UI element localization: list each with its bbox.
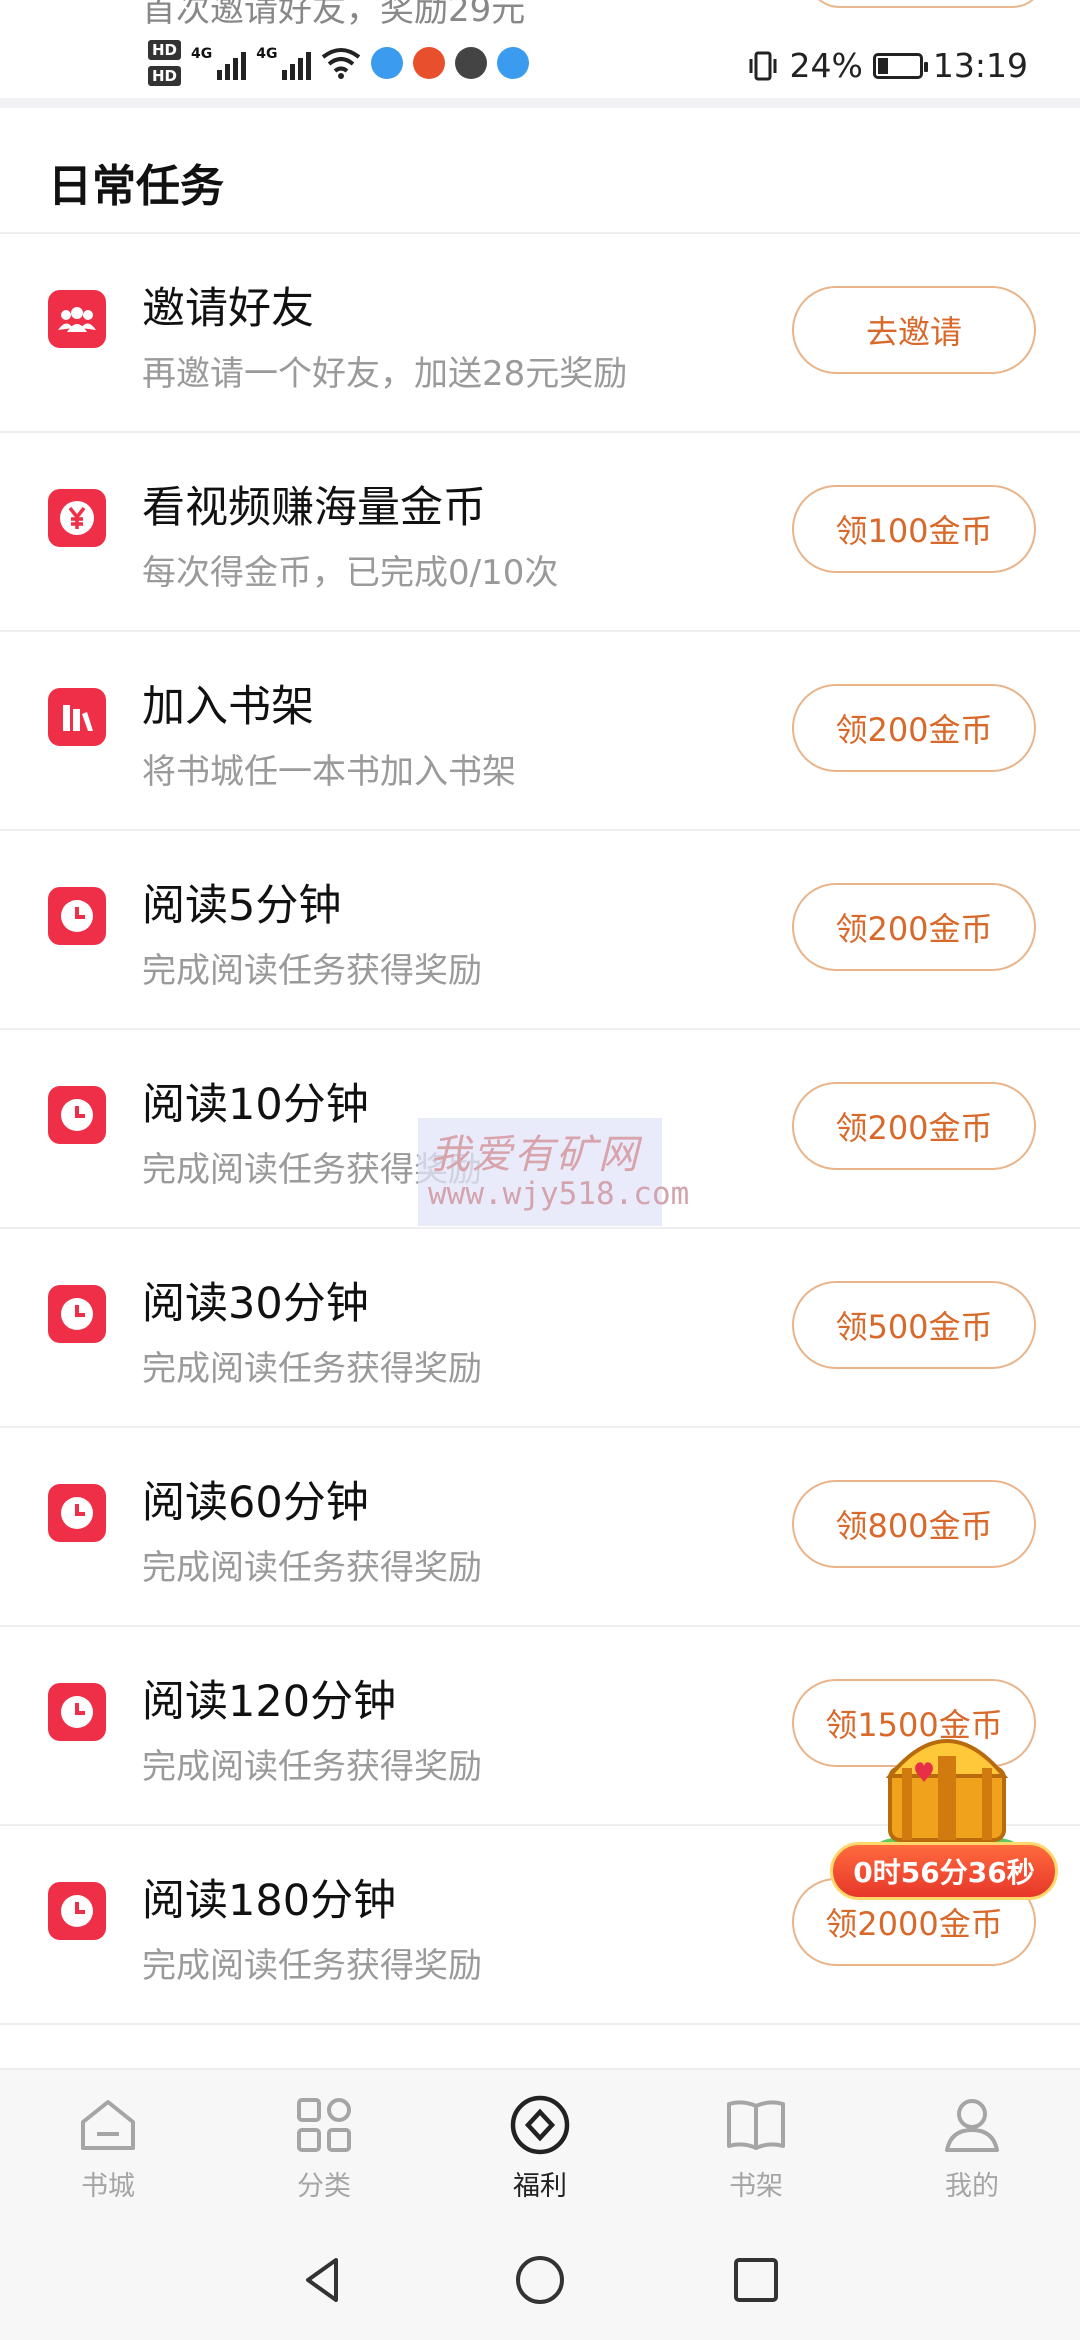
task-row: 阅读60分钟 完成阅读任务获得奖励 领800金币	[0, 1426, 1080, 1625]
nav-item-welfare[interactable]: 福利	[432, 2070, 648, 2220]
watermark-url: www.wjy518.com	[428, 1176, 690, 1212]
bookshelf-icon	[48, 688, 106, 746]
clock-time: 13:19	[932, 46, 1028, 85]
claim-coins-button[interactable]: 领100金币	[792, 485, 1036, 573]
bottom-nav: 书城 分类 福利 书架 我的	[0, 2068, 1080, 2220]
task-subtitle: 完成阅读任务获得奖励	[142, 1946, 482, 1986]
task-title: 阅读30分钟	[142, 1279, 369, 1329]
clock-icon	[48, 1086, 106, 1144]
clock-icon	[48, 1683, 106, 1741]
section-title: 日常任务	[48, 161, 224, 212]
task-subtitle: 完成阅读任务获得奖励	[142, 1548, 482, 1588]
task-subtitle: 将书城任一本书加入书架	[142, 752, 516, 792]
battery-icon	[872, 52, 928, 79]
task-row: 看视频赚海量金币 每次得金币，已完成0/10次 领100金币	[0, 431, 1080, 630]
peek-text: 首次邀请好友，奖励29元	[142, 0, 526, 30]
signal1-icon: 4G	[191, 46, 247, 80]
task-row: 阅读5分钟 完成阅读任务获得奖励 领200金币	[0, 829, 1080, 1028]
app-notification-icon	[413, 47, 446, 79]
watermark: 我爱有矿网 www.wjy518.com	[418, 1118, 689, 1226]
chat-icon	[455, 47, 488, 79]
task-title: 阅读180分钟	[142, 1876, 397, 1926]
home-button-icon[interactable]	[512, 2252, 568, 2308]
hd-badges: HD HD	[148, 40, 182, 86]
nav-item-bookshelf[interactable]: 书架	[648, 2070, 864, 2220]
claim-coins-button[interactable]: 领800金币	[792, 1480, 1036, 1568]
divider	[0, 98, 1080, 108]
clock-icon	[48, 1285, 106, 1343]
task-title: 阅读10分钟	[142, 1080, 369, 1130]
hd2-icon: HD	[148, 66, 182, 86]
task-title: 阅读60分钟	[142, 1478, 369, 1528]
home-icon	[81, 2100, 135, 2150]
watermark-text: 我爱有矿网	[430, 1132, 640, 1178]
yen-icon	[48, 489, 106, 547]
claim-coins-button[interactable]: 领200金币	[792, 883, 1036, 971]
nav-label: 书架	[729, 2171, 783, 2202]
nav-label: 我的	[945, 2171, 999, 2202]
nav-item-category[interactable]: 分类	[216, 2070, 432, 2220]
treasure-chest-widget[interactable]: 0时56分36秒	[826, 1712, 1062, 1912]
system-nav-bar	[0, 2220, 1080, 2340]
task-row: 加入书架 将书城任一本书加入书架 领200金币	[0, 630, 1080, 829]
wifi-icon	[322, 48, 361, 79]
nav-item-bookstore[interactable]: 书城	[0, 2070, 216, 2220]
clock-icon	[48, 1484, 106, 1542]
battery-percent: 24%	[789, 46, 863, 85]
task-subtitle: 每次得金币，已完成0/10次	[142, 553, 559, 593]
hd1-icon: HD	[148, 40, 182, 60]
claim-coins-button[interactable]: 领500金币	[792, 1281, 1036, 1369]
task-title: 加入书架	[142, 682, 314, 732]
clock-icon	[48, 1882, 106, 1940]
task-title: 阅读120分钟	[142, 1677, 397, 1727]
nav-label: 福利	[513, 2171, 567, 2202]
group-icon	[48, 290, 106, 348]
welfare-icon	[510, 2095, 570, 2155]
status-bar: HD HD 4G 4G 24% 13:19	[0, 36, 1080, 98]
claim-coins-button[interactable]: 领200金币	[792, 684, 1036, 772]
nav-item-profile[interactable]: 我的	[864, 2070, 1080, 2220]
task-subtitle: 完成阅读任务获得奖励	[142, 951, 482, 991]
vibrate-icon	[749, 51, 777, 80]
clock-icon	[48, 887, 106, 945]
back-icon[interactable]	[296, 2252, 352, 2308]
signal2-icon: 4G	[256, 46, 312, 80]
task-title: 阅读5分钟	[142, 881, 342, 931]
task-title: 邀请好友	[142, 284, 314, 334]
peek-button[interactable]	[806, 0, 1046, 8]
claim-coins-button[interactable]: 领200金币	[792, 1082, 1036, 1170]
grid-icon	[297, 2098, 351, 2152]
nav-label: 书城	[81, 2171, 135, 2202]
previous-card-peek: 首次邀请好友，奖励29元	[0, 0, 1080, 40]
task-row: 邀请好友 再邀请一个好友，加送28元奖励 去邀请	[0, 232, 1080, 431]
app-notification-icon	[497, 47, 530, 79]
treasure-chest-icon	[879, 1739, 1015, 1854]
app-notification-icon	[371, 47, 404, 79]
recents-icon[interactable]	[728, 2252, 784, 2308]
profile-icon	[945, 2099, 999, 2152]
book-icon	[727, 2100, 785, 2150]
invite-button[interactable]: 去邀请	[792, 286, 1036, 374]
task-subtitle: 完成阅读任务获得奖励	[142, 1747, 482, 1787]
task-subtitle: 完成阅读任务获得奖励	[142, 1349, 482, 1389]
task-row: 阅读30分钟 完成阅读任务获得奖励 领500金币	[0, 1227, 1080, 1426]
nav-label: 分类	[297, 2171, 351, 2202]
task-title: 看视频赚海量金币	[142, 483, 486, 533]
countdown-timer: 0时56分36秒	[830, 1842, 1058, 1900]
task-subtitle: 再邀请一个好友，加送28元奖励	[142, 354, 628, 394]
